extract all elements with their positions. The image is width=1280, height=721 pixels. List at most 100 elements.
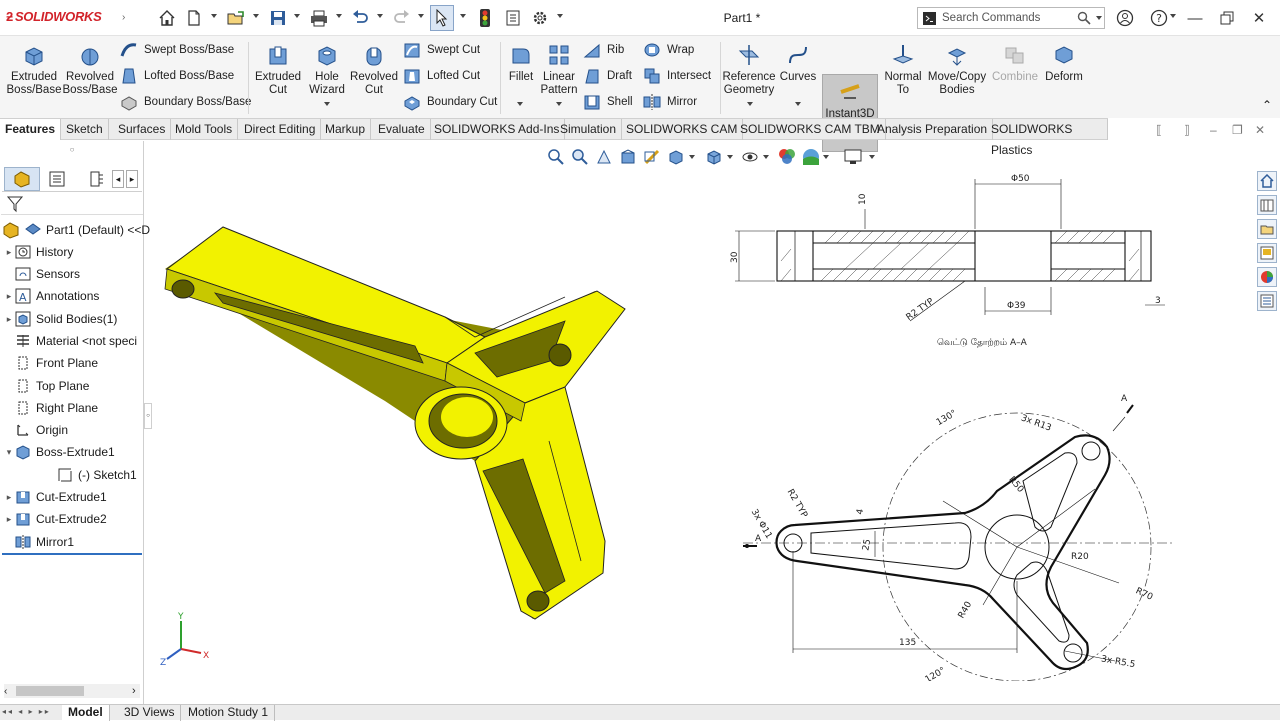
restore-icon[interactable]: [1215, 6, 1239, 30]
next-window-icon[interactable]: ⟧: [1184, 123, 1190, 137]
save-icon[interactable]: [267, 7, 289, 29]
prev-window-icon[interactable]: ⟦: [1156, 123, 1162, 137]
bottom-tab-3d-views[interactable]: 3D Views: [118, 705, 182, 721]
appearances-icon[interactable]: [1257, 267, 1277, 287]
boundary-boss-base-button[interactable]: Boundary Boss/Base: [119, 91, 251, 113]
hole-wizard-button[interactable]: Hole Wizard: [304, 42, 350, 97]
part-body-3d[interactable]: [164, 226, 626, 620]
tab-surfaces[interactable]: Surfaces: [113, 119, 172, 140]
tree-item-top-plane[interactable]: Top Plane: [4, 376, 89, 396]
tab-mold-tools[interactable]: Mold Tools: [170, 119, 239, 140]
tree-item-solid-bodies-1[interactable]: ▸ Solid Bodies(1): [4, 309, 117, 329]
deform-button[interactable]: Deform: [1042, 42, 1086, 84]
panel-grip[interactable]: ○: [0, 145, 144, 154]
rollback-bar[interactable]: [2, 553, 142, 555]
user-account-icon[interactable]: [1113, 6, 1137, 30]
rib-button[interactable]: Rib: [582, 39, 624, 61]
feature-manager-tab[interactable]: [4, 167, 40, 191]
tab-markup[interactable]: Markup: [320, 119, 372, 140]
filter-icon[interactable]: [6, 195, 24, 216]
tab-solidworks-cam-tbm[interactable]: SOLIDWORKS CAM TBM: [735, 119, 886, 140]
tab-analysis-preparation[interactable]: Analysis Preparation: [872, 119, 994, 140]
expand-arrow-icon[interactable]: ▸: [4, 314, 14, 325]
tab-sketch[interactable]: Sketch: [61, 119, 109, 140]
doc-restore-icon[interactable]: ❐: [1232, 123, 1243, 137]
print-icon[interactable]: [308, 7, 330, 29]
select-icon[interactable]: [430, 5, 454, 31]
collapse-ribbon-icon[interactable]: ⌃: [1262, 98, 1272, 112]
expand-arrow-icon[interactable]: ▸: [4, 514, 14, 525]
expand-arrow-icon[interactable]: ▸: [4, 247, 14, 258]
solidworks-resources-icon[interactable]: [1257, 171, 1277, 191]
tree-item-history[interactable]: ▸ History: [4, 242, 74, 262]
design-library-icon[interactable]: [1257, 195, 1277, 215]
extruded-cut-button[interactable]: Extruded Cut: [252, 42, 304, 97]
tree-item-sensors[interactable]: Sensors: [4, 264, 80, 284]
bottom-tab-motion-study-1[interactable]: Motion Study 1: [182, 705, 276, 721]
tab-features[interactable]: Features: [0, 119, 62, 140]
tree-item-boss-extrude1[interactable]: ▾ Boss-Extrude1: [4, 442, 115, 462]
magnifier-icon[interactable]: [1077, 11, 1091, 25]
tree-item-origin[interactable]: Origin: [4, 420, 68, 440]
combine-button[interactable]: Combine: [990, 42, 1040, 84]
tree-item-cut-extrude2[interactable]: ▸ Cut-Extrude2: [4, 509, 107, 529]
tree-item-sketch1[interactable]: (-) Sketch1: [46, 465, 137, 485]
extruded-boss-base-button[interactable]: Extruded Boss/Base: [6, 42, 62, 97]
scroll-right-arrow[interactable]: ›: [132, 685, 136, 697]
tab-simulation[interactable]: Simulation: [555, 119, 623, 140]
options-gear-icon[interactable]: [529, 7, 551, 29]
wrap-button[interactable]: Wrap: [642, 39, 694, 61]
new-document-icon[interactable]: [183, 7, 205, 29]
collapse-arrow-icon[interactable]: ▾: [4, 447, 14, 458]
property-manager-tab[interactable]: [46, 169, 68, 189]
custom-properties-icon[interactable]: [1257, 291, 1277, 311]
intersect-button[interactable]: Intersect: [642, 65, 711, 87]
bottom-tab-model[interactable]: Model: [62, 705, 110, 721]
tree-item-annotations[interactable]: ▸ A Annotations: [4, 286, 99, 306]
help-icon[interactable]: ?: [1147, 6, 1171, 30]
doc-minimize-icon[interactable]: –: [1210, 123, 1217, 137]
tab-solidworks-cam[interactable]: SOLIDWORKS CAM: [621, 119, 744, 140]
scroll-left-arrow[interactable]: ‹: [4, 686, 7, 697]
normal-to-button[interactable]: Normal To: [882, 42, 924, 97]
move-copy-bodies-button[interactable]: Move/Copy Bodies: [926, 42, 988, 97]
horizontal-scrollbar[interactable]: ‹ ›: [4, 684, 140, 698]
tree-item-mirror1[interactable]: Mirror1: [4, 532, 74, 552]
shell-button[interactable]: Shell: [582, 91, 633, 113]
config-manager-tab[interactable]: [86, 169, 108, 189]
redo-icon[interactable]: [391, 7, 413, 29]
tab-solidworks-add-ins[interactable]: SOLIDWORKS Add-Ins: [429, 119, 566, 140]
draft-button[interactable]: Draft: [582, 65, 632, 87]
curves-button[interactable]: Curves: [778, 42, 818, 84]
file-explorer-icon[interactable]: [1257, 219, 1277, 239]
home-icon[interactable]: [156, 7, 178, 29]
scroll-thumb[interactable]: [16, 686, 84, 696]
graphics-area[interactable]: Y X Z Φ50 10 30 R2 TYP Φ39 3 வெட்டு தோற்…: [145, 141, 1255, 704]
search-commands-input[interactable]: Search Commands: [917, 7, 1105, 29]
tab-direct-editing[interactable]: Direct Editing: [239, 119, 322, 140]
view-palette-icon[interactable]: [1257, 243, 1277, 263]
revolved-cut-button[interactable]: Revolved Cut: [348, 42, 400, 97]
tab-scroll-right-icon[interactable]: ▸: [126, 170, 138, 188]
tab-evaluate[interactable]: Evaluate: [373, 119, 431, 140]
swept-cut-button[interactable]: Swept Cut: [402, 39, 480, 61]
expand-arrow-icon[interactable]: ▸: [4, 291, 14, 302]
expand-arrow-icon[interactable]: ▸: [4, 492, 14, 503]
file-properties-icon[interactable]: [502, 7, 524, 29]
fillet-button[interactable]: Fillet: [504, 42, 538, 84]
boundary-cut-button[interactable]: Boundary Cut: [402, 91, 497, 113]
reference-geometry-button[interactable]: Reference Geometry: [722, 42, 776, 97]
tab-solidworks-plastics[interactable]: SOLIDWORKS Plastics: [986, 119, 1108, 157]
open-icon[interactable]: [225, 7, 247, 29]
undo-icon[interactable]: [349, 7, 371, 29]
mirror-button[interactable]: Mirror: [642, 91, 697, 113]
tree-item-right-plane[interactable]: Right Plane: [4, 398, 98, 418]
tree-item-material-not-speci[interactable]: Material <not speci: [4, 331, 137, 351]
rebuild-icon[interactable]: [474, 7, 496, 29]
logo-expand-icon[interactable]: ›: [122, 12, 125, 23]
doc-close-icon[interactable]: ✕: [1255, 123, 1265, 137]
tab-scroll-left-icon[interactable]: ◂: [112, 170, 124, 188]
revolved-boss-base-button[interactable]: Revolved Boss/Base: [62, 42, 118, 97]
swept-boss-base-button[interactable]: Swept Boss/Base: [119, 39, 234, 61]
tree-item-front-plane[interactable]: Front Plane: [4, 353, 98, 373]
